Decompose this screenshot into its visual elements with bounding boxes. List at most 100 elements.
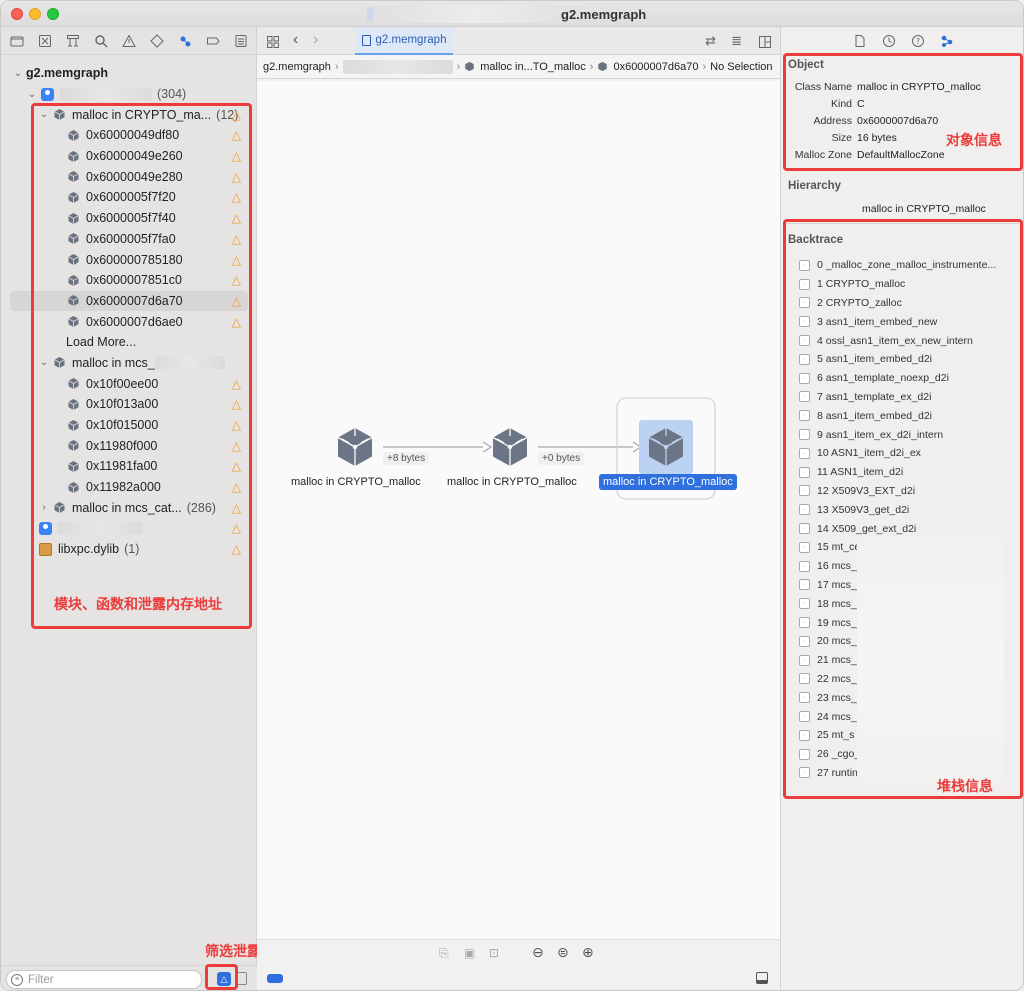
source-control-icon[interactable] bbox=[37, 33, 52, 48]
graph-node-label[interactable]: malloc in CRYPTO_malloc bbox=[447, 476, 577, 488]
filter-icon: ≡ bbox=[11, 973, 23, 986]
close-window-button[interactable] bbox=[11, 8, 23, 20]
chevron-right-icon[interactable]: › bbox=[39, 502, 49, 513]
jumpbar-root[interactable]: g2.memgraph bbox=[263, 61, 331, 73]
leak-warning-icon: △ bbox=[231, 231, 241, 246]
process-icon bbox=[41, 87, 54, 101]
annotation-modules: 模块、函数和泄露内存地址 bbox=[54, 596, 222, 612]
address-label: 0x10f013a00 bbox=[86, 397, 159, 412]
address-label: 0x11981fa00 bbox=[86, 459, 158, 474]
group-label: malloc in mcs_cat... bbox=[72, 500, 182, 515]
leak-warning-icon: △ bbox=[231, 521, 241, 536]
zoom-window-button[interactable] bbox=[47, 8, 59, 20]
app-window: g2.memgraph ⌄ g2.memgraph ⌄ (304) ⌄ mall… bbox=[0, 0, 1024, 991]
address-label: 0x10f00ee00 bbox=[86, 376, 159, 391]
memory-graph-canvas[interactable]: +8 bytes +0 bytes malloc in CRYPTO_mallo… bbox=[257, 81, 780, 939]
minimize-window-button[interactable] bbox=[29, 8, 41, 20]
export-icon[interactable]: ⎘ bbox=[439, 946, 449, 961]
navigator-toolbar bbox=[1, 27, 256, 55]
cube-icon bbox=[68, 129, 79, 141]
graph-node-label-selected[interactable]: malloc in CRYPTO_malloc bbox=[599, 474, 737, 490]
annotation-box-filter bbox=[205, 964, 238, 990]
file-inspector-icon[interactable] bbox=[852, 33, 867, 48]
cube-icon bbox=[54, 502, 65, 514]
leak-warning-icon: △ bbox=[231, 128, 241, 143]
help-icon[interactable]: ? bbox=[910, 33, 925, 48]
tab-g2-memgraph[interactable]: g2.memgraph bbox=[355, 27, 453, 55]
jumpbar-tail[interactable]: No Selection bbox=[710, 61, 772, 73]
issue-warning-icon[interactable] bbox=[121, 33, 136, 48]
zoom-out-icon[interactable]: ⊖ bbox=[532, 944, 544, 961]
history-icon[interactable] bbox=[881, 33, 896, 48]
address-label: 0x60000049e280 bbox=[86, 169, 183, 184]
lines-icon[interactable]: ≣ bbox=[731, 33, 742, 49]
graph-bottom-toolbar: ⎘ ▣ ⊡ ⊖ ⊜ ⊕ bbox=[257, 939, 780, 990]
cube-icon bbox=[68, 419, 79, 431]
editor-tab-bar: ‹ › g2.memgraph ⇄ ≣ bbox=[257, 27, 780, 55]
hierarchy-section-title: Hierarchy bbox=[788, 180, 842, 192]
cube-node-icon[interactable] bbox=[337, 428, 373, 466]
inspector-tabs: ? bbox=[781, 27, 1023, 55]
zoom-in-icon[interactable]: ⊕ bbox=[582, 944, 594, 961]
address-label: 0x6000007d6a70 bbox=[86, 293, 183, 308]
console-panel-icon[interactable] bbox=[756, 972, 768, 984]
chevron-down-icon[interactable]: ⌄ bbox=[39, 109, 49, 120]
address-label: 0x6000007851c0 bbox=[86, 273, 182, 288]
folder-icon[interactable] bbox=[9, 33, 24, 48]
hierarchy-value[interactable]: malloc in CRYPTO_malloc bbox=[862, 203, 986, 215]
cube-icon bbox=[68, 212, 79, 224]
graph-edges bbox=[337, 397, 716, 500]
search-icon[interactable] bbox=[93, 33, 108, 48]
debug-area-toggle[interactable] bbox=[267, 974, 283, 983]
leak-warning-icon: △ bbox=[231, 169, 241, 184]
zoom-reset-icon[interactable]: ⊜ bbox=[557, 944, 569, 961]
grid-icon[interactable] bbox=[265, 34, 280, 49]
cube-icon bbox=[68, 171, 79, 183]
leak-warning-icon: △ bbox=[231, 542, 241, 557]
load-more-label: Load More... bbox=[66, 335, 137, 350]
breakpoint-icon[interactable] bbox=[205, 33, 220, 48]
chevron-down-icon[interactable]: ⌄ bbox=[27, 89, 37, 100]
leak-warning-icon: △ bbox=[231, 293, 241, 308]
swap-arrows-icon[interactable]: ⇄ bbox=[705, 33, 716, 49]
title-redacted-path bbox=[373, 5, 578, 23]
tab-label: g2.memgraph bbox=[375, 34, 447, 46]
leak-warning-icon: △ bbox=[231, 480, 241, 495]
jumpbar-node2[interactable]: 0x6000007d6a70 bbox=[613, 61, 698, 73]
document-icon bbox=[361, 34, 371, 46]
tree-root[interactable]: ⌄ g2.memgraph bbox=[1, 63, 257, 84]
group-label: malloc in CRYPTO_ma... bbox=[72, 107, 212, 122]
chevron-down-icon[interactable]: ⌄ bbox=[13, 68, 23, 79]
back-arrow-icon[interactable]: ‹ bbox=[293, 31, 298, 49]
jumpbar-redacted[interactable] bbox=[342, 59, 453, 74]
leak-warning-icon: △ bbox=[231, 376, 241, 391]
process-row[interactable]: ⌄ (304) bbox=[1, 84, 257, 105]
cube-icon bbox=[54, 357, 65, 369]
test-diamond-icon[interactable] bbox=[149, 33, 164, 48]
cube-node-icon[interactable] bbox=[492, 428, 528, 466]
leak-warning-icon: △ bbox=[231, 500, 241, 515]
address-label: 0x6000005f7f40 bbox=[86, 211, 176, 226]
address-label: 0x11980f000 bbox=[86, 438, 158, 453]
edge-offset-label: +0 bytes bbox=[538, 452, 585, 465]
chevron-down-icon[interactable]: ⌄ bbox=[39, 357, 49, 368]
cube-icon bbox=[598, 61, 608, 72]
graph-node-label[interactable]: malloc in CRYPTO_malloc bbox=[291, 476, 421, 488]
cube-icon bbox=[68, 316, 79, 328]
memory-debug-icon[interactable] bbox=[177, 33, 192, 48]
fit-icon[interactable]: ⊡ bbox=[489, 946, 499, 960]
hierarchy-icon[interactable] bbox=[65, 33, 80, 48]
filter-input[interactable]: ≡ Filter bbox=[6, 970, 202, 989]
process-name-redacted bbox=[60, 87, 152, 101]
image-icon[interactable]: ▣ bbox=[464, 946, 475, 960]
jumpbar-node1[interactable]: malloc in...TO_malloc bbox=[480, 61, 586, 73]
edge-offset-label: +8 bytes bbox=[383, 452, 430, 465]
split-editor-icon[interactable] bbox=[757, 34, 772, 49]
title-bar: g2.memgraph bbox=[1, 1, 1023, 27]
memory-inspector-icon[interactable] bbox=[939, 33, 954, 48]
forward-arrow-icon[interactable]: › bbox=[313, 31, 318, 49]
leak-warning-icon: △ bbox=[231, 252, 241, 267]
cube-icon bbox=[68, 274, 79, 286]
report-icon[interactable] bbox=[233, 33, 248, 48]
edge-1 bbox=[383, 441, 493, 453]
